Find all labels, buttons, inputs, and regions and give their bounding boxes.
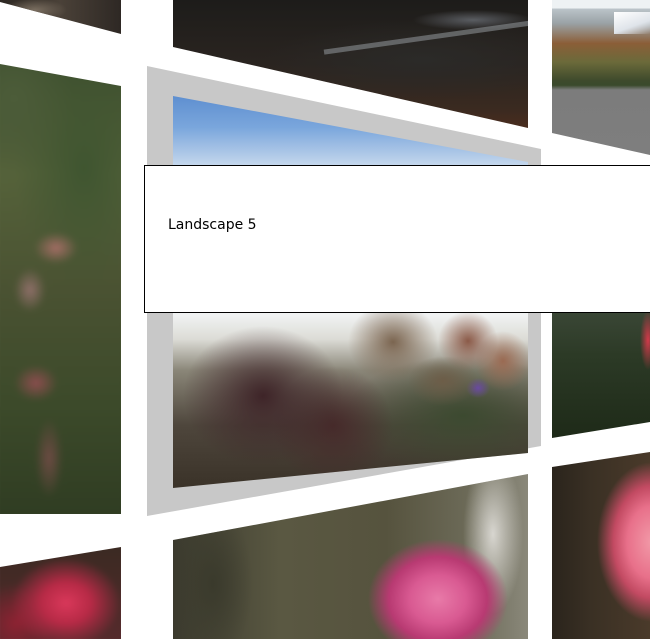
tile-tooltip: Landscape 5 — [144, 165, 650, 313]
flower-photo — [0, 547, 121, 639]
photo-gallery-canvas: Landscape 5 — [0, 0, 650, 639]
landscape-photo — [552, 300, 650, 438]
gallery-tile-left-mid[interactable] — [0, 64, 121, 514]
gallery-tile-left-top[interactable] — [0, 0, 121, 34]
gallery-tile-right-bottom[interactable] — [552, 452, 650, 639]
gallery-tile-left-bottom[interactable] — [0, 547, 121, 639]
landscape-photo — [0, 0, 121, 34]
mountain-snow-detail — [614, 12, 650, 34]
flower-photo — [552, 452, 650, 639]
gallery-tile-right-mid[interactable] — [552, 300, 650, 438]
tooltip-title: Landscape 5 — [168, 217, 257, 233]
landscape-photo — [0, 64, 121, 514]
gallery-tile-right-top[interactable] — [552, 0, 650, 155]
